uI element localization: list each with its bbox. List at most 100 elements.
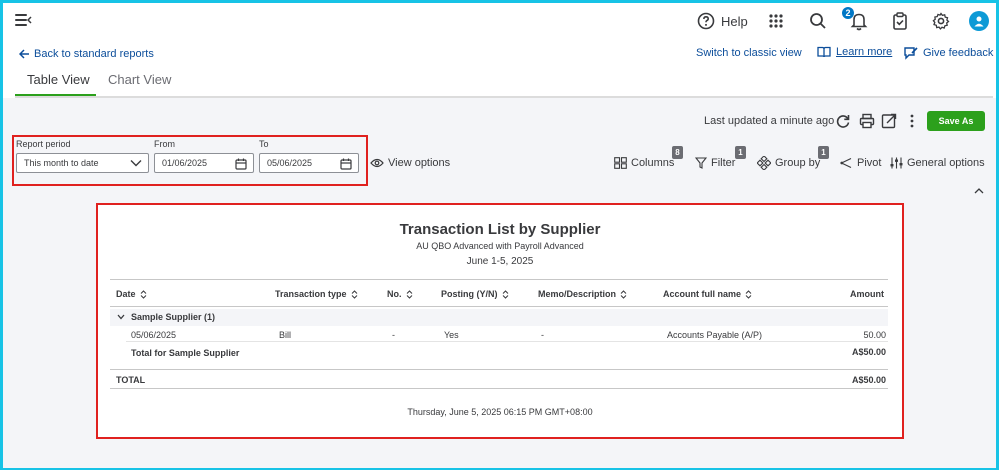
group-by-label: Group by <box>775 157 821 169</box>
column-header-memo[interactable]: Memo/Description <box>538 289 627 299</box>
grand-total-label: TOTAL <box>116 375 146 385</box>
columns-icon <box>614 157 627 169</box>
give-feedback-label: Give feedback <box>923 47 994 59</box>
sort-icon <box>406 289 412 299</box>
filter-button[interactable]: Filter 1 <box>695 146 746 170</box>
group-total-amount: A$50.00 <box>851 347 886 357</box>
cell-transaction-type[interactable]: Bill <box>279 330 291 340</box>
column-header-no[interactable]: No. <box>387 289 413 299</box>
export-icon[interactable] <box>881 113 897 129</box>
search-icon <box>810 13 826 29</box>
notification-count-badge: 2 <box>842 7 854 19</box>
pivot-button[interactable]: Pivot <box>840 156 881 170</box>
tab-chart-view[interactable]: Chart View <box>108 72 171 87</box>
sort-icon <box>351 289 357 299</box>
column-header-amount[interactable]: Amount <box>850 289 884 299</box>
to-label: To <box>259 139 269 149</box>
view-options-label: View options <box>388 157 451 169</box>
report-toolbar: Last updated a minute ago Save As <box>0 111 999 133</box>
cell-posting: Yes <box>444 330 459 340</box>
report-period-value: This month to date <box>24 158 99 168</box>
apps-grid-button[interactable] <box>768 10 784 32</box>
back-link-label: Back to standard reports <box>34 48 154 60</box>
column-header-date[interactable]: Date <box>116 289 147 299</box>
cell-no: - <box>392 330 395 340</box>
clipboard-check-icon <box>893 12 907 30</box>
header-top-rule <box>110 279 888 280</box>
feedback-icon <box>904 47 918 60</box>
print-icon[interactable] <box>859 113 875 129</box>
tab-table-view[interactable]: Table View <box>27 72 90 87</box>
learn-more-link[interactable]: Learn more <box>817 46 892 58</box>
view-options-button[interactable]: View options <box>370 156 450 170</box>
switch-to-classic-view-link[interactable]: Switch to classic view <box>696 47 802 59</box>
general-options-button[interactable]: General options <box>890 156 985 170</box>
calendar-icon[interactable] <box>340 158 352 170</box>
help-button[interactable]: Help <box>697 10 748 32</box>
chevron-up-icon[interactable] <box>972 185 986 197</box>
notifications-button[interactable]: 2 <box>842 7 868 32</box>
chevron-down-icon[interactable] <box>117 314 125 320</box>
chevron-down-icon <box>130 160 142 167</box>
group-by-count-badge: 1 <box>818 146 829 159</box>
group-by-button[interactable]: Group by 1 <box>757 146 829 170</box>
report-period-label: Report period <box>16 139 71 149</box>
report-period-select[interactable]: This month to date <box>16 153 149 173</box>
learn-more-label: Learn more <box>836 46 893 58</box>
general-options-label: General options <box>907 157 985 169</box>
save-as-button[interactable]: Save As <box>927 111 985 131</box>
columns-label: Columns <box>631 157 675 169</box>
report-sheet: Transaction List by Supplier AU QBO Adva… <box>96 203 904 439</box>
gear-icon <box>932 12 950 30</box>
settings-button[interactable] <box>932 10 950 32</box>
columns-button[interactable]: Columns 8 <box>614 146 683 170</box>
to-date-value: 05/06/2025 <box>267 158 313 168</box>
apps-grid-icon <box>769 14 783 28</box>
report-generated-timestamp: Thursday, June 5, 2025 06:15 PM GMT+08:0… <box>407 407 593 417</box>
sort-icon <box>502 289 508 299</box>
column-header-posting[interactable]: Posting (Y/N) <box>441 289 509 299</box>
top-bar: Help 2 <box>3 3 996 39</box>
cell-date: 05/06/2025 <box>131 330 177 340</box>
row-divider <box>126 341 888 342</box>
sub-navigation: Back to standard reports Switch to class… <box>0 46 999 68</box>
column-header-account[interactable]: Account full name <box>663 289 752 299</box>
from-date-field[interactable]: 01/06/2025 <box>154 153 254 173</box>
grand-total-amount: A$50.00 <box>851 375 886 385</box>
tasks-button[interactable] <box>892 10 908 32</box>
menu-toggle-icon[interactable] <box>15 13 32 27</box>
report-date-range: June 1-5, 2025 <box>466 256 534 267</box>
filter-label: Filter <box>711 157 736 169</box>
cell-account: Accounts Payable (A/P) <box>667 330 763 340</box>
group-total-label: Total for Sample Supplier <box>131 348 240 358</box>
report-period-panel: Report period This month to date From 01… <box>12 135 368 186</box>
total-bottom-rule <box>110 388 888 389</box>
filter-count-badge: 1 <box>735 146 746 159</box>
last-updated-text: Last updated a minute ago <box>704 115 835 127</box>
column-header-transaction-type[interactable]: Transaction type <box>275 289 358 299</box>
pivot-label: Pivot <box>857 157 882 169</box>
arrow-left-icon <box>19 49 29 59</box>
book-icon <box>817 46 831 58</box>
group-header-row[interactable]: Sample Supplier (1) <box>110 309 888 326</box>
profile-button[interactable] <box>969 10 989 32</box>
group-label: Sample Supplier (1) <box>117 312 215 322</box>
give-feedback-link[interactable]: Give feedback <box>903 46 993 60</box>
filter-icon <box>695 157 707 169</box>
search-button[interactable] <box>809 10 827 32</box>
more-options-icon[interactable] <box>904 113 920 129</box>
user-icon <box>974 16 984 27</box>
columns-count-badge: 8 <box>672 146 683 159</box>
refresh-icon[interactable] <box>835 113 851 129</box>
eye-icon <box>370 158 384 168</box>
report-title: Transaction List by Supplier <box>399 221 601 238</box>
sort-icon <box>745 289 752 299</box>
help-label: Help <box>721 13 748 29</box>
back-to-standard-reports-link[interactable]: Back to standard reports <box>19 48 154 60</box>
from-label: From <box>154 139 175 149</box>
calendar-icon[interactable] <box>235 158 247 170</box>
to-date-field[interactable]: 05/06/2025 <box>259 153 359 173</box>
from-date-value: 01/06/2025 <box>162 158 208 168</box>
total-top-rule <box>110 369 888 370</box>
report-company-name: AU QBO Advanced with Payroll Advanced <box>416 241 584 251</box>
